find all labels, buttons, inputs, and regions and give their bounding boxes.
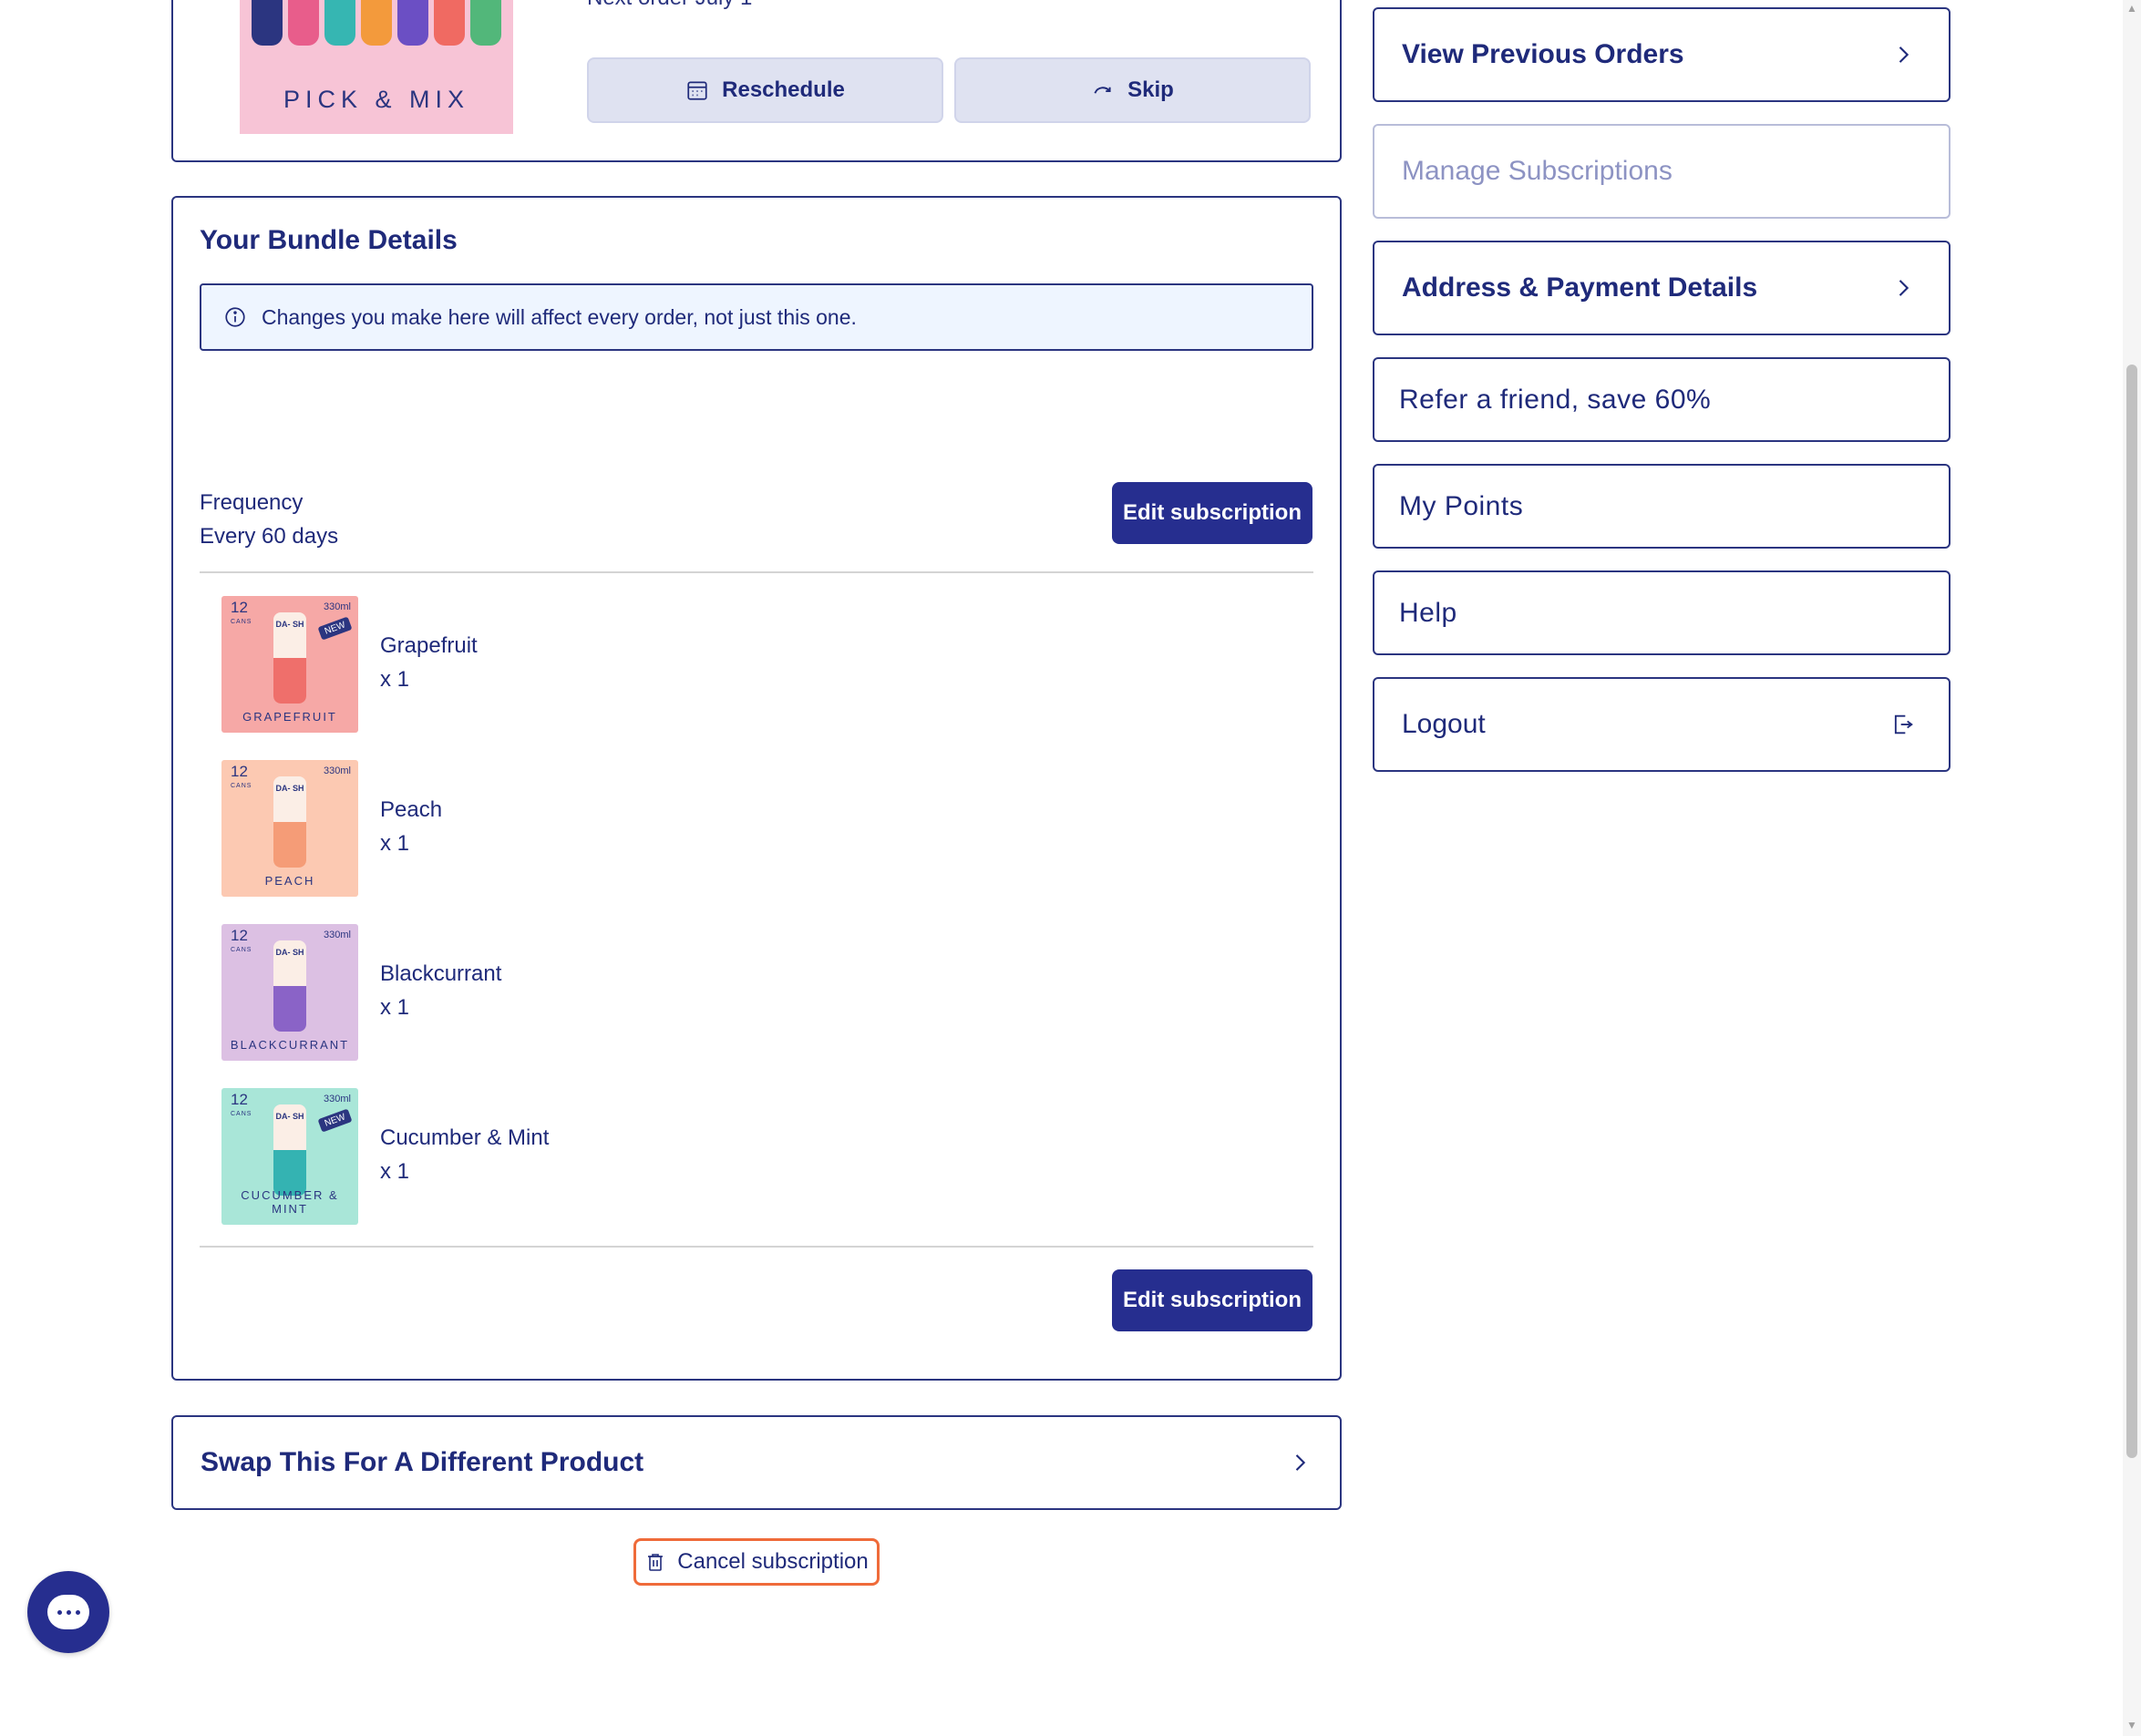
pack-count: 12 CANS [231,1092,252,1122]
item-name: Grapefruit [380,633,478,658]
manage-subscriptions-label: Manage Subscriptions [1402,156,1673,186]
can-band [273,822,306,868]
info-banner: Changes you make here will affect every … [200,283,1313,351]
volume-label: 330ml [324,930,351,940]
points-label: My Points [1399,490,1524,521]
chevron-right-icon [1899,280,1909,296]
can-logo: DA- SH [275,1112,304,1121]
pack-count: 12 CANS [231,600,252,630]
new-badge: NEW [317,1108,353,1133]
flavour-label: BLACKCURRANT [230,1038,350,1052]
manage-subscriptions-button[interactable]: Manage Subscriptions [1373,124,1951,219]
scroll-up-arrow[interactable]: ▲ [2125,2,2139,15]
chat-bubble-icon [47,1595,89,1629]
cancel-subscription-button[interactable]: Cancel subscription [633,1538,880,1586]
pack-count: 12 CANS [231,928,252,958]
item-name: Cucumber & Mint [380,1125,550,1150]
volume-label: 330ml [324,765,351,776]
scroll-down-arrow[interactable]: ▼ [2125,1719,2139,1731]
flavour-label: GRAPEFRUIT [242,710,337,724]
help-button[interactable]: Help [1373,570,1951,655]
pack-unit: CANS [231,619,252,625]
can-band [273,658,306,704]
chat-widget-button[interactable] [27,1571,109,1653]
pack-unit: CANS [231,1111,252,1117]
cans-illustration [240,0,513,46]
can-illustration: DA- SH [273,1104,306,1196]
frequency-label: Frequency [200,490,304,515]
logout-icon [1894,714,1913,734]
chevron-right-icon [1899,46,1909,63]
pack-unit: CANS [231,947,252,953]
divider [200,571,1313,573]
my-points-button[interactable]: My Points [1373,464,1951,549]
flavour-label: PEACH [264,874,315,888]
edit-subscription-button-bottom[interactable]: Edit subscription [1112,1269,1312,1331]
skip-arrow-icon [1094,87,1111,94]
view-orders-label: View Previous Orders [1402,39,1684,69]
volume-label: 330ml [324,1094,351,1104]
reschedule-button[interactable]: Reschedule [587,57,943,123]
divider [200,1246,1313,1248]
new-badge: NEW [317,616,353,641]
address-payment-button[interactable]: Address & Payment Details [1373,241,1951,335]
chevron-right-icon [1295,1454,1306,1471]
help-label: Help [1399,597,1457,628]
info-icon [225,307,245,327]
product-thumbnail-cucumber-mint: 12 CANS 330ml DA- SH NEW CUCUMBER & MINT [221,1088,358,1225]
reschedule-label: Reschedule [722,77,845,102]
skip-label: Skip [1127,77,1174,102]
item-qty: x 1 [380,995,410,1020]
flavour-label: CUCUMBER & MINT [241,1188,339,1216]
next-order-text: Next order July 1 [587,0,752,11]
frequency-value: Every 60 days [200,524,339,549]
address-payment-label: Address & Payment Details [1402,272,1758,303]
refer-friend-button[interactable]: Refer a friend, save 60% [1373,357,1951,442]
can-logo: DA- SH [275,948,304,957]
cancel-label: Cancel subscription [677,1549,869,1574]
trash-icon [648,1554,664,1571]
pack-unit: CANS [231,783,252,789]
item-qty: x 1 [380,1159,410,1184]
edit-subscription-button-top[interactable]: Edit subscription [1112,482,1312,544]
pack-count: 12 CANS [231,764,252,794]
can-illustration: DA- SH [273,612,306,704]
bundle-title: Your Bundle Details [200,225,458,255]
info-message: Changes you make here will affect every … [262,304,857,329]
can-logo: DA- SH [275,784,304,793]
item-name: Blackcurrant [380,961,502,986]
product-thumbnail-peach: 12 CANS 330ml DA- SH PEACH [221,760,358,897]
product-thumbnail-grapefruit: 12 CANS 330ml DA- SH NEW GRAPEFRUIT [221,596,358,733]
pick-and-mix-thumbnail: PICK & MIX [240,0,513,134]
volume-label: 330ml [324,601,351,612]
swap-label: Swap This For A Different Product [201,1447,644,1477]
item-name: Peach [380,797,443,822]
swap-product-button[interactable]: Swap This For A Different Product [171,1415,1342,1510]
refer-label: Refer a friend, save 60% [1399,384,1712,415]
view-previous-orders-button[interactable]: View Previous Orders [1373,7,1951,102]
skip-button[interactable]: Skip [954,57,1311,123]
logout-label: Logout [1402,709,1486,739]
thumbnail-label: PICK & MIX [283,86,470,113]
item-qty: x 1 [380,667,410,692]
calendar-icon [687,81,707,100]
logout-button[interactable]: Logout [1373,677,1951,772]
can-logo: DA- SH [275,620,304,629]
can-illustration: DA- SH [273,940,306,1032]
item-qty: x 1 [380,831,410,856]
product-thumbnail-blackcurrant: 12 CANS 330ml DA- SH BLACKCURRANT [221,924,358,1061]
scrollbar-thumb[interactable] [2126,365,2137,1458]
can-band [273,986,306,1032]
can-illustration: DA- SH [273,776,306,868]
